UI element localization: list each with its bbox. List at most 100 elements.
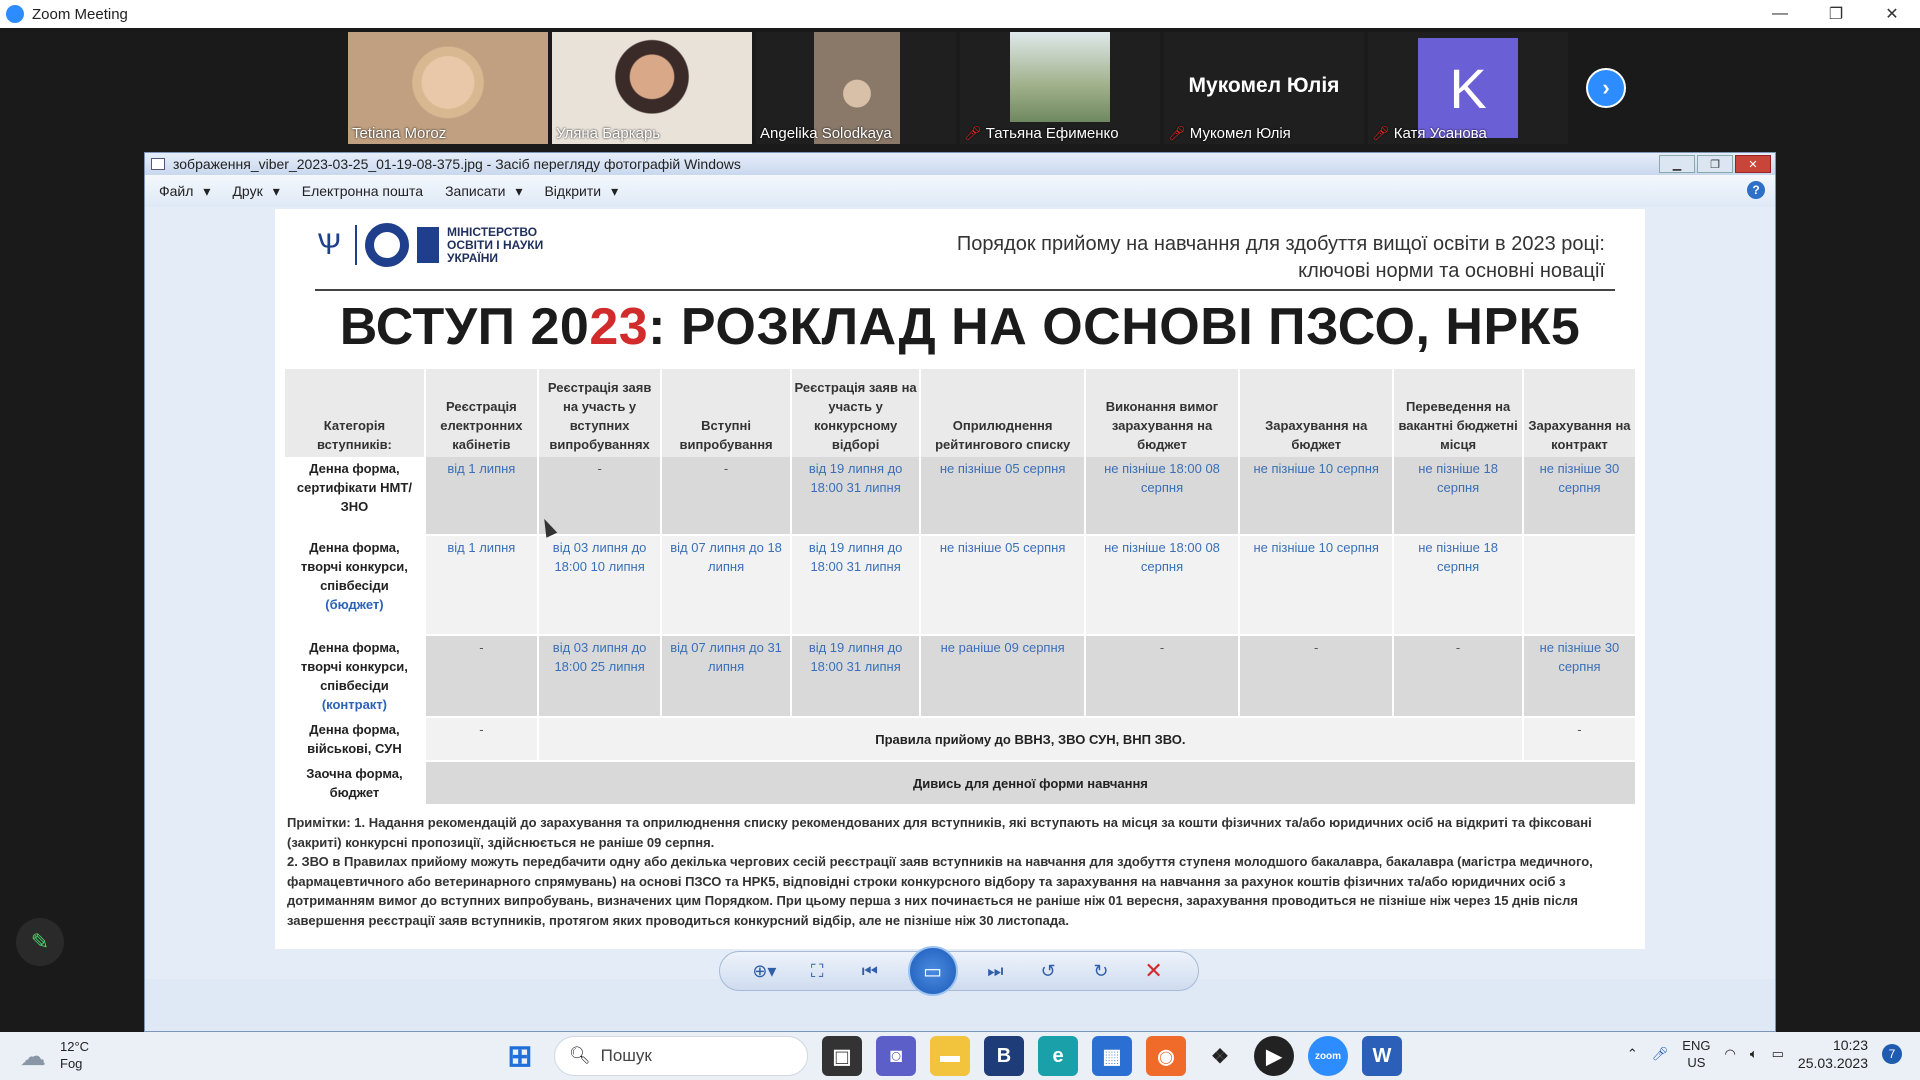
column-header: Виконання вимог зарахування на бюджет — [1084, 369, 1241, 457]
search-input[interactable]: 🔍︎ Пошук — [554, 1036, 808, 1076]
participant-name: Уляна Баркарь — [556, 125, 661, 142]
table-cell: не пізніше 18 серпня — [1393, 535, 1524, 636]
media-player-icon[interactable]: ▶ — [1254, 1036, 1294, 1076]
table-cell: не пізніше 18 серпня — [1393, 457, 1524, 536]
row-category: Денна форма, сертифікати НМТ/ЗНО — [285, 457, 426, 536]
table-cell: не пізніше 05 серпня — [920, 535, 1086, 636]
chevron-right-icon[interactable]: › — [1586, 68, 1626, 108]
help-icon[interactable]: ? — [1747, 181, 1765, 199]
battery-icon[interactable]: ▭ — [1772, 1046, 1784, 1062]
taskbar-apps: ⊞ 🔍︎ Пошук ▣ ◙ ▬ B e ▦ ◉ ❖ ▶ zoom W — [500, 1036, 1402, 1076]
table-cell: від 19 липня до 18:00 31 липня — [790, 457, 922, 536]
table-cell: не пізніше 05 серпня — [920, 457, 1086, 536]
menu-email[interactable]: Електронна пошта — [302, 183, 423, 199]
menu-file[interactable]: Файл ▾ — [159, 183, 210, 200]
table-cell: не пізніше 30 серпня — [1522, 635, 1638, 718]
participant-tile[interactable]: 🎤︎ Татьяна Ефименко — [960, 32, 1160, 144]
close-button[interactable]: ✕ — [1864, 0, 1920, 28]
word-icon[interactable]: W — [1362, 1036, 1402, 1076]
avatar: K — [1418, 38, 1518, 138]
dropbox-icon[interactable]: ❖ — [1200, 1036, 1240, 1076]
table-cell: - — [1522, 717, 1638, 762]
zoom-app-icon[interactable]: zoom — [1308, 1036, 1348, 1076]
viewer-toolbar: ⊕▾ ⛶ ⏮ ▭ ⏭ ↺ ↻ ✕ — [719, 946, 1199, 996]
wifi-icon[interactable]: ◠ — [1724, 1046, 1735, 1062]
volume-icon[interactable]: 🔈︎ — [1750, 1046, 1758, 1062]
viewer-minimize-button[interactable]: ▁ — [1659, 155, 1695, 173]
language-indicator[interactable]: ENG US — [1682, 1037, 1710, 1071]
column-header: Зарахування на контракт — [1522, 369, 1638, 457]
participant-name: Татьяна Ефименко — [985, 125, 1119, 142]
divider — [315, 289, 1615, 291]
viewer-menu-bar: Файл ▾ Друк ▾ Електронна пошта Записати ▾ В… — [145, 175, 1775, 207]
weather-widget[interactable]: ☁ 12°C Fog — [20, 1038, 89, 1072]
muted-mic-icon: 🎤︎ — [964, 125, 982, 141]
participant-tile[interactable]: Tetiana Moroz — [348, 32, 548, 144]
participant-tile[interactable]: Уляна Баркарь — [552, 32, 752, 144]
minimize-button[interactable]: — — [1752, 0, 1808, 28]
table-cell: не пізніше 10 серпня — [1239, 457, 1395, 536]
chevron-up-icon[interactable]: ⌃ — [1627, 1046, 1638, 1062]
table-cell: від 1 липня — [424, 457, 539, 536]
restore-button[interactable]: ❐ — [1808, 0, 1864, 28]
firefox-icon[interactable]: ◉ — [1146, 1036, 1186, 1076]
chat-icon[interactable]: ◙ — [876, 1036, 916, 1076]
store-icon[interactable]: ▦ — [1092, 1036, 1132, 1076]
row-category: Заочна форма, бюджет — [285, 761, 426, 806]
table-cell: від 03 липня до 18:00 10 липня — [537, 535, 663, 636]
fog-icon: ☁ — [20, 1041, 46, 1071]
table-cell: - — [537, 457, 663, 536]
microphone-icon[interactable]: 🎤︎ — [1652, 1046, 1669, 1062]
rotate-right-icon[interactable]: ↻ — [1086, 961, 1116, 982]
column-header: Реєстрація заяв на участь у вступних вип… — [537, 369, 663, 457]
doc-headline: ВСТУП 2023: РОЗКЛАД НА ОСНОВІ ПЗСО, НРК5 — [339, 298, 1581, 356]
table-cell: не пізніше 30 серпня — [1522, 457, 1638, 536]
menu-open[interactable]: Відкрити ▾ — [544, 183, 618, 200]
row-category: Денна форма, творчі конкурси, співбесіди… — [285, 635, 426, 718]
column-header: Реєстрація електронних кабінетів — [424, 369, 539, 457]
table-cell — [1522, 535, 1638, 636]
windows-taskbar: ☁ 12°C Fog ⊞ 🔍︎ Пошук ▣ ◙ ▬ B e ▦ ◉ ❖ ▶ zo… — [0, 1032, 1920, 1080]
delete-icon[interactable]: ✕ — [1139, 958, 1169, 984]
viewer-title: зображення_viber_2023-03-25_01-19-08-375… — [173, 156, 741, 172]
next-icon[interactable]: ⏭ — [980, 961, 1010, 982]
rotate-left-icon[interactable]: ↺ — [1033, 961, 1063, 982]
video-feed — [1010, 32, 1110, 122]
table-cell: - — [424, 635, 539, 718]
viewer-close-button[interactable]: ✕ — [1735, 155, 1771, 173]
column-header: Реєстрація заяв на участь у конкурсному … — [790, 369, 922, 457]
start-icon[interactable]: ⊞ — [500, 1036, 540, 1076]
column-header: Оприлюднення рейтингового списку — [920, 369, 1086, 457]
file-explorer-icon[interactable]: ▬ — [930, 1036, 970, 1076]
chevron-down-icon: ▾ — [515, 182, 523, 199]
participant-tile[interactable]: K 🎤︎ Катя Усанова — [1368, 32, 1568, 144]
b-app-icon[interactable]: B — [984, 1036, 1024, 1076]
notification-badge[interactable]: 7 — [1882, 1044, 1902, 1064]
search-icon: 🔍︎ — [569, 1046, 591, 1065]
viewer-app-icon — [151, 158, 165, 170]
table-cell: не пізніше 18:00 08 серпня — [1084, 457, 1241, 536]
menu-print[interactable]: Друк ▾ — [232, 183, 279, 200]
participant-tile[interactable]: Мукомел Юлія 🎤︎ Мукомел Юлія — [1164, 32, 1364, 144]
participant-tile[interactable]: Angelika Solodkaya — [756, 32, 956, 144]
edge-icon[interactable]: e — [1038, 1036, 1078, 1076]
column-header: Вступні випробування — [661, 369, 792, 457]
previous-icon[interactable]: ⏮ — [855, 961, 885, 982]
participant-name: Tetiana Moroz — [352, 125, 447, 142]
actual-size-icon[interactable]: ⛶ — [802, 961, 832, 982]
table-cell: не пізніше 18:00 08 серпня — [1084, 535, 1241, 636]
column-header: Переведення на вакантні бюджетні місця — [1393, 369, 1524, 457]
table-cell: - — [1393, 635, 1524, 718]
viewer-maximize-button[interactable]: ❐ — [1697, 155, 1733, 173]
table-cell: від 1 липня — [424, 535, 539, 636]
slideshow-icon[interactable]: ▭ — [907, 946, 958, 996]
task-view-icon[interactable]: ▣ — [822, 1036, 862, 1076]
table-cell: Правила прийому до ВВНЗ, ЗВО СУН, ВНП ЗВ… — [537, 717, 1524, 762]
menu-burn[interactable]: Записати ▾ — [445, 183, 522, 200]
column-header: Зарахування на бюджет — [1239, 369, 1395, 457]
pencil-icon[interactable]: ✎ — [16, 918, 64, 966]
clock[interactable]: 10:23 25.03.2023 — [1798, 1036, 1868, 1072]
table-row: Денна форма, військові, СУН - Правила прий… — [285, 717, 1638, 762]
row-category: Денна форма, творчі конкурси, співбесіди… — [285, 535, 426, 636]
zoom-icon[interactable]: ⊕▾ — [749, 961, 779, 982]
